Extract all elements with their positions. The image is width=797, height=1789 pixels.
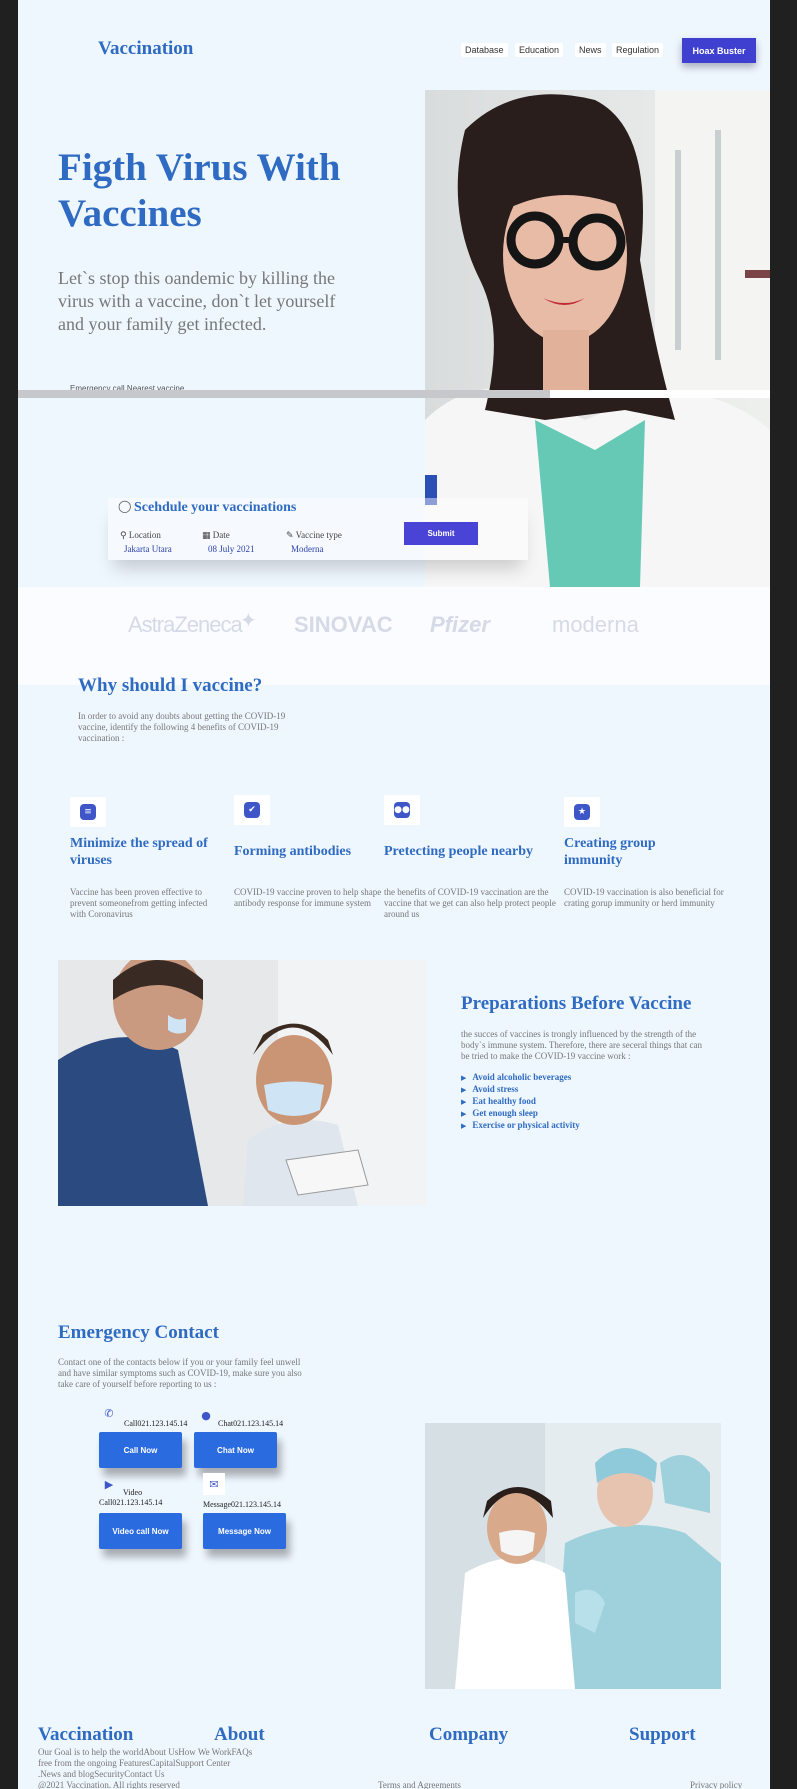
nurse-vaccination-photo [425,1423,721,1689]
list-item: Exercise or physical activity [461,1120,579,1132]
date-label: ▦ Date [202,530,230,541]
people-icon: ●● [384,795,420,825]
vaccine-type-value[interactable]: Moderna [291,544,324,554]
benefit-text-1: Vaccine has been proven effective to pre… [70,887,208,919]
prep-title: Preparations Before Vaccine [461,993,692,1014]
list-item: Avoid alcoholic beverages [461,1072,580,1084]
video-call-label: Video Call021.123.145.14 [99,1488,163,1507]
location-value[interactable]: Jakarta Utara [124,544,172,554]
progress-bar [18,390,550,398]
brand-moderna: moderna [552,612,639,637]
brand-pfizer: Pfizer [430,612,490,637]
chat-label: Chat021.123.145.14 [218,1419,284,1428]
mail-icon: ✉ [203,1473,225,1495]
footer-text-2: free from the ongoing FeaturesCapitalSup… [38,1758,231,1768]
privacy-link[interactable]: Privacy policy [690,1780,742,1789]
nav-link-news[interactable]: News [575,43,606,57]
hero-title: Figth Virus With Vaccines [58,146,341,235]
spread-icon: ≡ [70,797,106,827]
brand-sinovac: SINOVAC [294,612,393,637]
footer-text-1: Our Goal is to help the worldAbout UsHow… [38,1747,253,1757]
hero-subtitle: Let`s stop this oandemic by killing the … [58,268,336,334]
message-label: Message021.123.145.14 [203,1500,281,1509]
benefit-title-4: Creating group immunity [564,836,656,868]
vaccine-type-label: ✎ Vaccine type [286,530,342,541]
footer-company-heading: Company [429,1724,509,1745]
chat-now-button[interactable]: Chat Now [194,1432,277,1468]
nav-link-education[interactable]: Education [515,43,564,57]
benefit-text-3: the benefits of COVID-19 vaccination are… [384,887,556,919]
vaccine-icon: ◯ [118,499,132,513]
why-text: In order to avoid any doubts about getti… [78,711,286,743]
why-title: Why should I vaccine? [78,675,263,696]
nav-link-database[interactable]: Database [461,43,508,57]
call-label: Call021.123.145.14 [124,1419,188,1428]
page: Vaccination Database Education News Regu… [18,0,770,1789]
phone-icon: ✆ [104,1406,114,1420]
benefit-title-3: Pretecting people nearby [384,844,534,859]
doctor-child-photo [58,960,427,1206]
brand-astrazeneca: AstraZeneca [128,612,243,637]
prep-text: the succes of vaccines is trongly influe… [461,1029,702,1061]
date-value[interactable]: 08 July 2021 [208,544,255,554]
map-pin-icon: ⚲ [120,531,127,541]
benefit-text-4: COVID-19 vaccination is also beneficial … [564,887,724,908]
shield-icon: ✔ [234,795,270,825]
footer-logo[interactable]: Vaccination [38,1724,133,1746]
copyright: @2021 Vaccination. All rights reserved [38,1780,180,1789]
astrazeneca-logo-icon: ✦ [240,608,257,632]
location-label: ⚲ Location [120,530,161,541]
hoax-buster-button[interactable]: Hoax Buster [682,38,756,63]
benefit-title-2: Forming antibodies [234,844,352,859]
benefit-title-1: Minimize the spread of viruses [70,836,208,868]
list-item: Get enough sleep [461,1108,580,1120]
list-item: Eat healthy food [461,1096,580,1108]
emergency-text: Contact one of the contacts below if you… [58,1357,302,1389]
footer-text-3: .News and blogSecurityContact Us [38,1769,165,1779]
benefit-text-2: COVID-19 vaccine proven to help shape an… [234,887,382,908]
terms-link[interactable]: Terms and Agreements [378,1780,461,1789]
list-item: Avoid stress [461,1084,580,1096]
emergency-title: Emergency Contact [58,1322,219,1343]
schedule-title: Scehdule your vaccinations [134,500,297,515]
footer-about-heading: About [214,1724,265,1745]
chat-icon: ● [201,1408,211,1422]
prep-list: Avoid alcoholic beverages Avoid stress E… [461,1072,580,1132]
call-now-button[interactable]: Call Now [99,1432,182,1468]
message-now-button[interactable]: Message Now [203,1513,286,1549]
site-logo[interactable]: Vaccination [98,38,193,60]
group-icon: ★ [564,797,600,827]
video-call-now-button[interactable]: Video call Now [99,1513,182,1549]
submit-button[interactable]: Submit [404,522,478,545]
pencil-icon: ✎ [286,531,294,541]
footer-support-heading: Support [629,1724,696,1745]
calendar-icon: ▦ [202,531,211,541]
nav-link-regulation[interactable]: Regulation [612,43,664,57]
